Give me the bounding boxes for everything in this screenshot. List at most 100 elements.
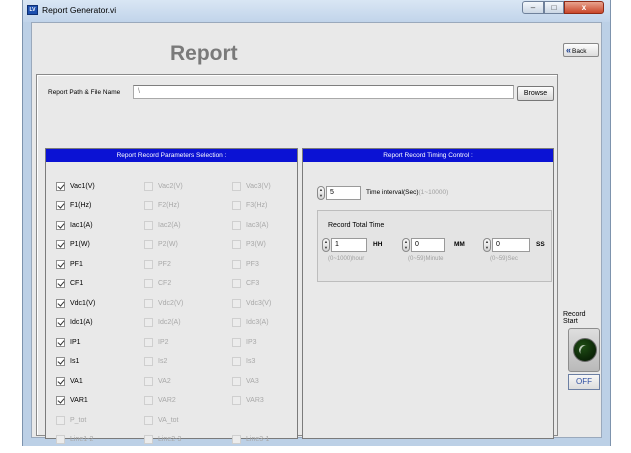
parameter-checkbox-item[interactable]: Vdc1(V) (56, 297, 95, 309)
parameter-checkbox[interactable] (56, 338, 65, 347)
parameter-checkbox-item: Is3 (232, 356, 255, 368)
parameter-checkbox-item[interactable]: PF1 (56, 258, 83, 270)
mm-input[interactable]: 0 (411, 238, 445, 252)
parameter-checkbox-label: IP1 (70, 339, 81, 346)
parameter-checkbox-item[interactable]: VA1 (56, 375, 83, 387)
parameter-checkbox[interactable] (56, 396, 65, 405)
interval-spinner[interactable]: ▲▼ (317, 186, 325, 200)
parameter-checkbox-item[interactable]: Idc1(A) (56, 317, 93, 329)
parameter-checkbox[interactable] (56, 260, 65, 269)
hh-input[interactable]: 1 (331, 238, 367, 252)
parameter-row: P_totVA_tot (56, 414, 286, 434)
parameter-checkbox-label: Vdc1(V) (70, 300, 95, 307)
parameter-row: Is1 Is2 Is3 (56, 356, 286, 376)
back-button-label: Back (572, 48, 586, 55)
parameter-checkbox-item[interactable]: Vac1(V) (56, 180, 95, 192)
report-path-input[interactable]: \ (133, 85, 514, 99)
parameter-checkbox-label: Iac2(A) (158, 222, 181, 229)
back-button[interactable]: «Back (563, 43, 599, 57)
parameter-checkbox-item: IP3 (232, 336, 257, 348)
parameter-row: Iac1(A) Iac2(A) Iac3(A) (56, 219, 286, 239)
parameter-checkbox-label: Is3 (246, 358, 255, 365)
record-led-indicator (573, 338, 597, 362)
parameter-checkbox-item[interactable]: CF1 (56, 278, 83, 290)
parameter-checkbox-label: Iac3(A) (246, 222, 269, 229)
parameter-checkbox-item[interactable]: VAR1 (56, 395, 88, 407)
parameter-checkbox-item[interactable]: IP1 (56, 336, 81, 348)
window-title: Report Generator.vi (42, 5, 116, 15)
parameter-row: CF1 CF2 CF3 (56, 278, 286, 298)
title-bar[interactable]: LV Report Generator.vi – □ x (23, 0, 610, 22)
labview-app-icon: LV (27, 5, 38, 15)
parameter-checkbox-item: P3(W) (232, 239, 266, 251)
parameter-checkbox (144, 318, 153, 327)
parameters-grid: Vac1(V)Vac2(V)Vac3(V)F1(Hz)F2(Hz)F3(Hz)I… (56, 180, 286, 453)
record-total-time-box: Record Total Time ▲▼ 1 HH (0~1000)hour ▲… (317, 210, 552, 282)
parameter-checkbox-item: P2(W) (144, 239, 178, 251)
parameter-checkbox-item: PF2 (144, 258, 171, 270)
hh-hint: (0~1000)hour (328, 256, 364, 262)
ss-input[interactable]: 0 (492, 238, 530, 252)
parameter-checkbox[interactable] (56, 182, 65, 191)
parameter-checkbox (144, 279, 153, 288)
record-off-indicator[interactable]: OFF (568, 374, 600, 390)
parameter-checkbox-label: VAR1 (70, 397, 88, 404)
parameter-checkbox-item[interactable]: Iac1(A) (56, 219, 93, 231)
parameter-checkbox-item[interactable]: F1(Hz) (56, 200, 91, 212)
parameter-checkbox (232, 299, 241, 308)
parameter-checkbox[interactable] (56, 240, 65, 249)
parameter-checkbox[interactable] (56, 221, 65, 230)
parameter-checkbox (144, 221, 153, 230)
parameter-checkbox (56, 416, 65, 425)
record-start-button[interactable] (568, 328, 600, 372)
maximize-button[interactable]: □ (544, 1, 564, 14)
parameter-checkbox (144, 240, 153, 249)
parameter-checkbox-label: VA2 (158, 378, 171, 385)
parameter-checkbox-item: Line3-1 (232, 434, 269, 446)
parameter-checkbox[interactable] (56, 318, 65, 327)
parameter-checkbox (232, 182, 241, 191)
parameter-checkbox (232, 377, 241, 386)
parameter-checkbox-label: Is1 (70, 358, 79, 365)
parameter-checkbox-label: Is2 (158, 358, 167, 365)
timing-group: Report Record Timing Control : ▲▼ 5 Time… (302, 148, 554, 439)
parameter-checkbox[interactable] (56, 377, 65, 386)
parameter-checkbox (232, 338, 241, 347)
parameter-checkbox-item: CF2 (144, 278, 171, 290)
interval-input[interactable]: 5 (326, 186, 361, 200)
parameter-checkbox[interactable] (56, 279, 65, 288)
parameter-checkbox-label: Line3-1 (246, 436, 269, 443)
parameter-checkbox (232, 240, 241, 249)
interval-label-text: Time interval(Sec) (366, 189, 419, 196)
parameter-checkbox[interactable] (56, 299, 65, 308)
hh-unit: HH (373, 241, 382, 248)
parameters-group: Report Record Parameters Selection : Vac… (45, 148, 298, 439)
browse-button[interactable]: Browse (517, 86, 554, 101)
parameter-checkbox (232, 201, 241, 210)
parameter-checkbox-label: P_tot (70, 417, 86, 424)
front-panel: Report «Back Report Path & File Name \ B… (31, 22, 602, 438)
parameter-checkbox-item: Line2-3 (144, 434, 181, 446)
ss-spinner[interactable]: ▲▼ (483, 238, 491, 252)
mm-spinner[interactable]: ▲▼ (402, 238, 410, 252)
ss-hint: (0~59)Sec (490, 256, 518, 262)
parameter-checkbox-label: PF1 (70, 261, 83, 268)
parameter-checkbox-item: F3(Hz) (232, 200, 267, 212)
parameter-checkbox-label: P2(W) (158, 241, 178, 248)
parameter-checkbox-label: F2(Hz) (158, 202, 179, 209)
minimize-button[interactable]: – (522, 1, 544, 14)
parameter-checkbox-item: CF3 (232, 278, 259, 290)
ss-unit: SS (536, 241, 545, 248)
parameter-row: F1(Hz) F2(Hz) F3(Hz) (56, 200, 286, 220)
parameter-row: Vdc1(V)Vdc2(V)Vdc3(V) (56, 297, 286, 317)
record-start-label: Record Start (563, 311, 601, 325)
hh-spinner[interactable]: ▲▼ (322, 238, 330, 252)
parameter-checkbox[interactable] (56, 201, 65, 210)
close-button[interactable]: x (564, 1, 604, 14)
parameter-checkbox-item[interactable]: P1(W) (56, 239, 90, 251)
parameter-checkbox (144, 182, 153, 191)
parameter-checkbox-item: Vac2(V) (144, 180, 183, 192)
parameter-checkbox[interactable] (56, 357, 65, 366)
parameter-checkbox-item[interactable]: Is1 (56, 356, 79, 368)
parameter-checkbox-label: Idc2(A) (158, 319, 181, 326)
